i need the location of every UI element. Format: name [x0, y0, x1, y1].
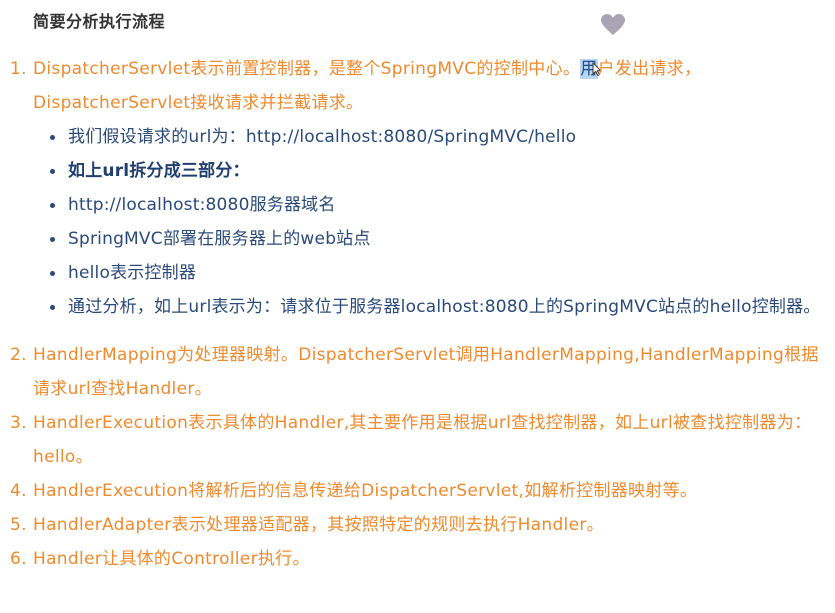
bullet [50, 203, 55, 208]
list-item-text: 我们假设请求的url为：http://localhost:8080/Spring… [68, 127, 577, 147]
step-number: 5. [10, 515, 27, 535]
step-5: 5. HandlerAdapter表示处理器适配器，其按照特定的规则去执行Han… [0, 508, 835, 542]
step-text: DispatcherServlet表示前置控制器，是整个SpringMVC的控制… [33, 59, 701, 113]
list-item-text: http://localhost:8080服务器域名 [68, 195, 336, 215]
section-heading: 简要分析执行流程 [33, 12, 166, 31]
document-page: 简要分析执行流程 1. DispatcherServlet表示前置控制器，是整个… [0, 0, 835, 613]
step-number: 3. [10, 413, 27, 433]
step-2: 2. HandlerMapping为处理器映射。DispatcherServle… [0, 338, 835, 406]
list-item: 通过分析，如上url表示为：请求位于服务器localhost:8080上的Spr… [33, 290, 821, 324]
step-1: 1. DispatcherServlet表示前置控制器，是整个SpringMVC… [0, 52, 835, 338]
step-number: 6. [10, 549, 27, 569]
bullet [50, 271, 55, 276]
step-3: 3. HandlerExecution表示具体的Handler,其主要作用是根据… [0, 406, 835, 474]
step-text: HandlerExecution将解析后的信息传递给DispatcherServ… [33, 481, 698, 501]
list-item: 我们假设请求的url为：http://localhost:8080/Spring… [33, 120, 821, 154]
step-number: 4. [10, 481, 27, 501]
list-item: 如上url拆分成三部分： [33, 154, 821, 188]
list-item-text: 如上url拆分成三部分： [68, 161, 250, 181]
bullet [50, 135, 55, 140]
list-item-text: SpringMVC部署在服务器上的web站点 [68, 229, 371, 249]
step-text: Handler让具体的Controller执行。 [33, 549, 310, 569]
list-item: hello表示控制器 [33, 256, 821, 290]
step-number: 2. [10, 345, 27, 365]
step-6: 6. Handler让具体的Controller执行。 [0, 542, 835, 576]
list-item-text: 通过分析，如上url表示为：请求位于服务器localhost:8080上的Spr… [68, 297, 821, 317]
step-text: HandlerAdapter表示处理器适配器，其按照特定的规则去执行Handle… [33, 515, 604, 535]
process-steps-list: 1. DispatcherServlet表示前置控制器，是整个SpringMVC… [0, 52, 835, 576]
step-text-part: DispatcherServlet表示前置控制器，是整个SpringMVC的控制… [33, 59, 581, 79]
list-item: SpringMVC部署在服务器上的web站点 [33, 222, 821, 256]
bullet [50, 169, 55, 174]
step-text: HandlerExecution表示具体的Handler,其主要作用是根据url… [33, 413, 812, 467]
bullet [50, 237, 55, 242]
step-text: HandlerMapping为处理器映射。DispatcherServlet调用… [33, 345, 819, 399]
bullet [50, 305, 55, 310]
step-number: 1. [10, 59, 27, 79]
step-4: 4. HandlerExecution将解析后的信息传递给DispatcherS… [0, 474, 835, 508]
heart-icon[interactable] [600, 13, 626, 37]
step-1-subitems: 我们假设请求的url为：http://localhost:8080/Spring… [33, 120, 821, 338]
list-item-text: hello表示控制器 [68, 263, 197, 283]
list-item: http://localhost:8080服务器域名 [33, 188, 821, 222]
